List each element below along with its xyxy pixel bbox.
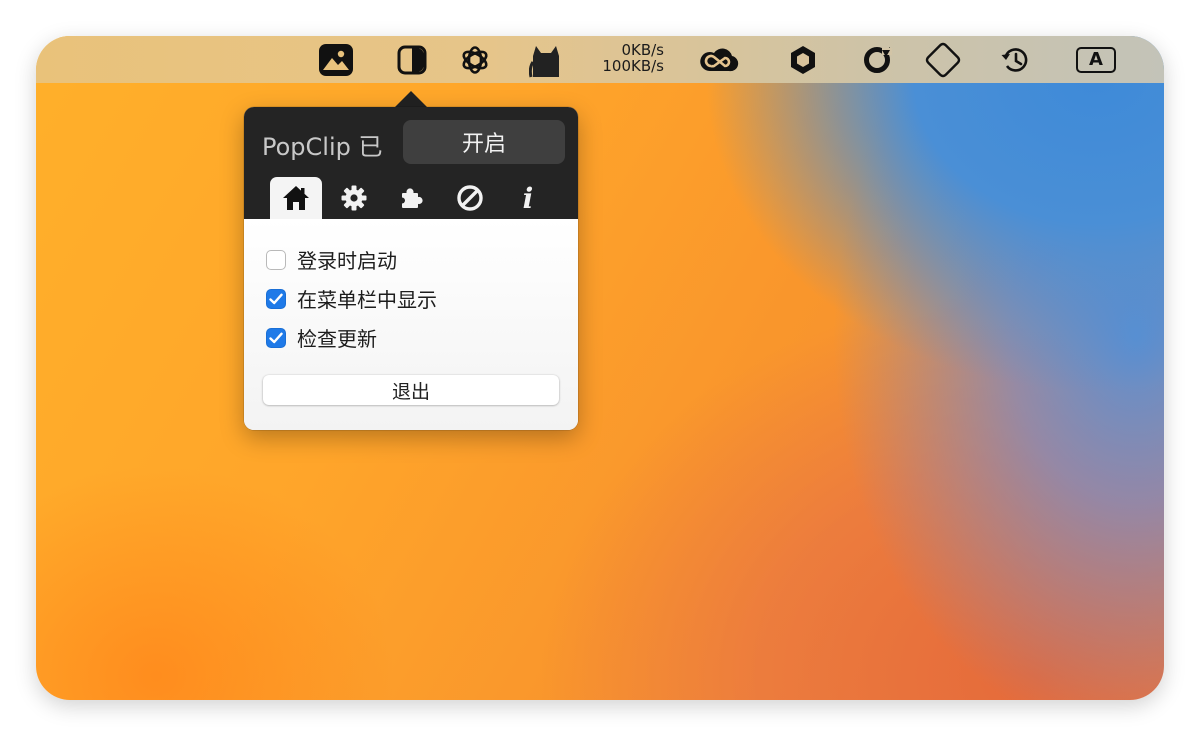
enable-toggle-button[interactable]: 开启	[403, 120, 565, 164]
menu-bar: 0KB/s 100KB/s A	[36, 36, 1164, 83]
popover-arrow	[394, 91, 428, 108]
gear-icon	[341, 185, 367, 211]
quit-button[interactable]: 退出	[263, 375, 559, 405]
network-speed[interactable]: 0KB/s 100KB/s	[584, 42, 664, 74]
tab-bar: i	[270, 177, 560, 219]
option-label: 在菜单栏中显示	[297, 288, 437, 312]
creative-cloud-icon[interactable]	[697, 36, 741, 83]
desktop-window: 0KB/s 100KB/s A PopClip 已 开启 i 登录时启动 在菜单…	[36, 36, 1164, 700]
checkmark-icon	[269, 293, 283, 304]
contrast-icon[interactable]	[392, 36, 432, 83]
tab-about[interactable]: i	[502, 177, 554, 219]
input-source-icon[interactable]: A	[1072, 36, 1120, 83]
upload-speed: 0KB/s	[621, 41, 664, 59]
option-launch-at-login[interactable]: 登录时启动	[266, 245, 397, 274]
puzzle-icon	[399, 188, 423, 208]
time-machine-icon[interactable]	[997, 36, 1033, 83]
popover-body: 登录时启动 在菜单栏中显示 检查更新 退出	[244, 219, 578, 430]
tab-excluded-apps[interactable]	[444, 177, 496, 219]
hexagon-icon[interactable]	[786, 36, 820, 83]
option-check-updates[interactable]: 检查更新	[266, 323, 377, 352]
photo-app-icon[interactable]	[316, 36, 356, 83]
tab-extensions[interactable]	[386, 177, 438, 219]
diamond-icon[interactable]	[923, 36, 963, 83]
check-updates-checkbox[interactable]	[266, 327, 286, 348]
prohibit-icon	[457, 185, 483, 211]
checkmark-icon	[269, 332, 283, 343]
popover-header: PopClip 已 开启 i	[244, 107, 578, 219]
option-show-in-menubar[interactable]: 在菜单栏中显示	[266, 284, 437, 313]
openai-icon[interactable]	[455, 36, 495, 83]
tab-settings[interactable]	[328, 177, 380, 219]
info-icon: i	[522, 181, 534, 215]
sync-ring-icon[interactable]	[859, 36, 895, 83]
home-icon	[283, 186, 309, 210]
launch-at-login-checkbox[interactable]	[266, 249, 286, 270]
option-label: 检查更新	[297, 327, 377, 351]
cat-icon[interactable]	[526, 36, 566, 83]
show-in-menubar-checkbox[interactable]	[266, 288, 286, 309]
popclip-popover: PopClip 已 开启 i 登录时启动 在菜单栏中显示 检查更新 退出	[244, 107, 578, 430]
download-speed: 100KB/s	[602, 57, 664, 75]
option-label: 登录时启动	[297, 249, 397, 273]
input-source-label: A	[1076, 46, 1116, 73]
tab-home[interactable]	[270, 177, 322, 219]
popover-title: PopClip 已	[262, 133, 383, 161]
